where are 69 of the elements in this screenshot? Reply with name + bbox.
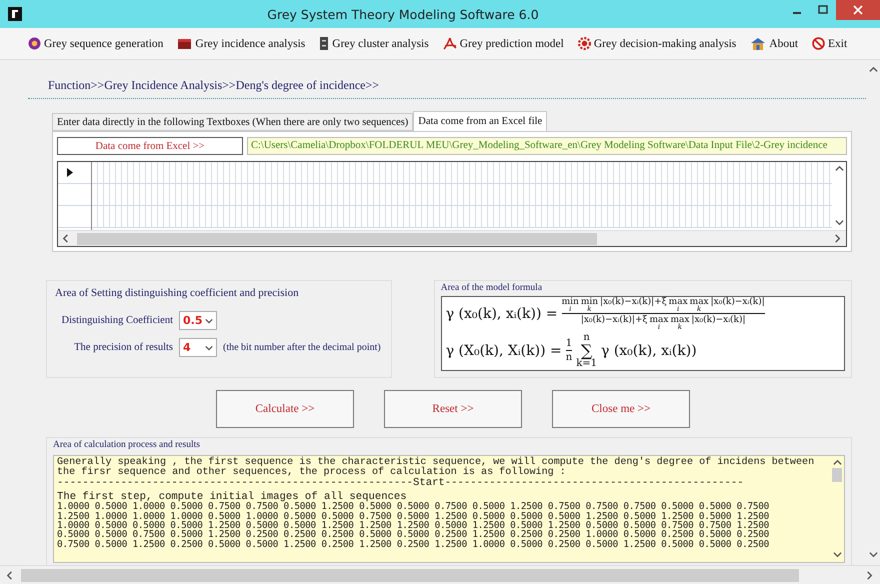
formula-term: γ (x₀(k), xᵢ(k)) bbox=[601, 342, 697, 359]
action-button[interactable]: Close me >> bbox=[552, 390, 690, 428]
field-note: (the bit number after the decimal point) bbox=[223, 342, 381, 353]
separator-line: --------------------------------------------------------Start----------------------------------------------- bbox=[57, 478, 745, 489]
scrollbar-thumb[interactable] bbox=[77, 232, 597, 244]
group-title: Area of the model formula bbox=[440, 283, 544, 293]
scroll-down-icon[interactable] bbox=[834, 218, 844, 227]
field-label: Distinguishing Coefficient bbox=[60, 315, 173, 326]
minimize-icon bbox=[793, 12, 801, 14]
close-button[interactable] bbox=[836, 0, 880, 20]
dropdown-caret-icon[interactable] bbox=[205, 316, 213, 324]
number-row-text: 1.0000 0.5000 0.5000 0.5000 1.2500 0.5000 0.5000 1.2500 1.2500 1.2500 0.5000 1.2500 0.5000 1.2500 0.5000 0.5000 0.7500 0.7500 1.2500 bbox=[57, 520, 770, 530]
sum-sign: ∑ bbox=[580, 342, 592, 359]
scroll-down-icon[interactable] bbox=[868, 550, 878, 559]
menu-item[interactable]: Grey prediction model bbox=[440, 37, 566, 50]
group-title: Area of Setting distinguishing coefficient and precision bbox=[55, 287, 300, 299]
number-row-text: 1.0000 0.5000 1.0000 0.5000 0.7500 0.7500 0.5000 1.2500 0.5000 0.5000 0.7500 0.5000 1.2500 0.7500 0.7500 0.7500 0.5000 0.5000 0.7500 bbox=[57, 502, 770, 512]
action-button[interactable]: Reset >> bbox=[384, 390, 522, 428]
scroll-left-icon[interactable] bbox=[6, 570, 15, 580]
number-row-text: 1.2500 1.0000 1.0000 1.0000 0.5000 1.0000 0.5000 0.5000 0.7500 0.5000 1.2500 0.5000 0.5000 0.5000 1.2500 0.5000 1.2500 0.5000 1.2500 bbox=[57, 512, 770, 521]
menu-item[interactable]: About bbox=[748, 36, 800, 50]
breadcrumb: Function>>Grey Incidence Analysis>>Deng's degree of incidence>> bbox=[28, 78, 866, 99]
step-title: The first step, compute initial images of all sequences bbox=[57, 492, 407, 502]
field-label: The precision of results bbox=[73, 342, 173, 353]
scroll-left-icon[interactable] bbox=[62, 234, 71, 243]
menu-item[interactable]: Grey cluster analysis bbox=[317, 37, 431, 50]
action-button[interactable]: Calculate >> bbox=[216, 390, 354, 428]
app-icon bbox=[8, 7, 22, 21]
menu-item[interactable]: Grey sequence generation bbox=[26, 37, 166, 50]
gear-icon bbox=[578, 37, 591, 50]
chest-icon bbox=[177, 38, 192, 50]
dropdown-caret-icon[interactable] bbox=[205, 344, 213, 352]
tab[interactable]: Enter data directly in the following Textboxes (When there are only two sequences) bbox=[52, 113, 414, 131]
dropdown[interactable]: 0.5 bbox=[179, 311, 217, 330]
number-row-text: 0.7500 0.5000 1.2500 0.2500 0.5000 0.5000 1.2500 0.2500 1.2500 0.2500 1.2500 1.0000 0.5000 0.2500 0.5000 1.2500 0.5000 0.5000 0.2500 bbox=[57, 540, 770, 550]
number-row-text: 0.5000 0.5000 0.7500 0.5000 1.2500 0.2500 0.2500 0.2500 0.5000 0.5000 0.2500 1.2500 0.2500 0.2500 1.0000 0.5000 0.2500 0.5000 0.2500 bbox=[57, 530, 770, 540]
scroll-down-icon[interactable] bbox=[832, 550, 842, 559]
formula-term: |x₀(k)−xᵢ(k)|+ξ bbox=[600, 298, 667, 308]
file-path-field: C:\Users\Camelia\Dropbox\FOLDERUL MEU\Grey_Modeling_Software_en\Grey Modeling Software\Data Input File\2-Grey incidence bbox=[247, 137, 847, 155]
scrollbar-thumb[interactable] bbox=[21, 568, 799, 582]
formula-term: n bbox=[566, 352, 572, 363]
formula-term: n bbox=[583, 332, 590, 343]
menu-item[interactable]: Grey decision-making analysis bbox=[576, 37, 738, 50]
scroll-right-icon[interactable] bbox=[833, 234, 842, 243]
formula-term: k=1 bbox=[576, 358, 597, 369]
cabinet-icon bbox=[319, 37, 330, 50]
intro-text: Generally speaking , the first sequence is the characteristic sequence, we will compute the deng's degree of incidens between the firsr sequence and other sequences, the process of calculation is as following : bbox=[57, 458, 816, 478]
formula-term: |x₀(k)−xᵢ(k)| bbox=[691, 316, 746, 326]
menu-item[interactable]: Exit bbox=[810, 37, 850, 50]
window-title: Grey System Theory Modeling Software 6.0 bbox=[266, 6, 540, 22]
pdf-icon bbox=[442, 37, 457, 50]
maximize-icon bbox=[818, 5, 828, 15]
formula-lhs: γ (X₀(k), Xᵢ(k)) = bbox=[446, 342, 562, 359]
close-icon bbox=[853, 5, 863, 15]
formula-term: |x₀(k)−xᵢ(k)|+ξ bbox=[580, 316, 648, 326]
tab[interactable]: Data come from an Excel file bbox=[413, 111, 548, 131]
formula-term: 1 bbox=[566, 338, 572, 349]
formula-lhs: γ (x₀(k), xᵢ(k)) = bbox=[446, 306, 558, 322]
menu-item[interactable]: Grey incidence analysis bbox=[175, 38, 308, 50]
no-entry-icon bbox=[812, 37, 826, 50]
formula-term: |x₀(k)−xᵢ(k)| bbox=[710, 298, 765, 308]
row-pointer-icon bbox=[67, 168, 73, 177]
dropdown[interactable]: 4 bbox=[179, 338, 217, 357]
house-icon bbox=[750, 36, 766, 50]
scrollbar-thumb[interactable] bbox=[832, 468, 842, 482]
round-icon bbox=[28, 37, 41, 50]
excel-import-button[interactable]: Data come from Excel >> bbox=[57, 137, 243, 155]
group-title: Area of calculation process and results bbox=[53, 440, 201, 450]
scroll-right-icon[interactable] bbox=[865, 570, 874, 580]
